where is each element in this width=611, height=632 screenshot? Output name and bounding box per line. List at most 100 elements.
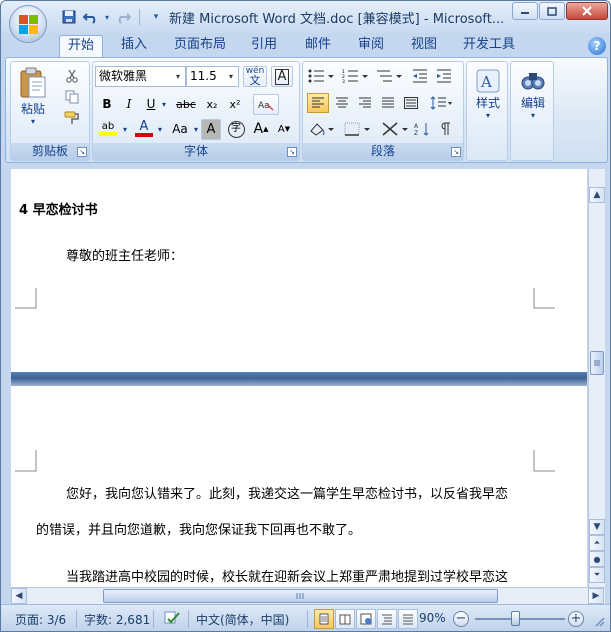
tab-mailings[interactable]: 邮件: [297, 35, 339, 57]
save-icon[interactable]: [59, 8, 79, 26]
tab-home[interactable]: 开始: [59, 35, 104, 57]
multilevel-list-button[interactable]: [373, 66, 405, 86]
document-heading[interactable]: 4 早恋检讨书: [19, 199, 98, 218]
outline-view-button[interactable]: [377, 609, 397, 629]
distributed-button[interactable]: [400, 93, 422, 113]
maximize-button[interactable]: [539, 2, 565, 20]
paste-button[interactable]: 粘贴 ▾: [15, 66, 51, 126]
scroll-left-icon[interactable]: ◀: [11, 588, 27, 604]
shading-button[interactable]: [305, 119, 337, 139]
draft-view-button[interactable]: [398, 609, 418, 629]
scroll-up-icon[interactable]: ▲: [589, 187, 605, 203]
clipboard-launcher-icon[interactable]: ↘: [77, 147, 87, 157]
page-indicator[interactable]: 页面: 3/6: [15, 611, 66, 628]
editing-group: 编辑 ▾: [510, 61, 554, 161]
zoom-slider-track[interactable]: [475, 618, 565, 620]
font-color-button[interactable]: A: [133, 119, 155, 139]
copy-icon[interactable]: [61, 87, 83, 107]
full-screen-reading-view-button[interactable]: [335, 609, 355, 629]
align-left-icon: [312, 97, 324, 108]
clear-formatting-button[interactable]: Aa: [253, 94, 279, 115]
minimize-button[interactable]: [512, 2, 538, 20]
zoom-out-icon[interactable]: −: [453, 611, 469, 627]
font-size-select[interactable]: 11.5 ▾: [186, 66, 239, 87]
shrink-font-button[interactable]: A ▼: [273, 119, 295, 139]
styles-button[interactable]: A 样式 ▾: [469, 68, 507, 120]
font-launcher-icon[interactable]: ↘: [287, 147, 297, 157]
document-salutation[interactable]: 尊敬的班主任老师：: [66, 245, 183, 264]
character-border-button[interactable]: A: [271, 66, 293, 87]
window-controls: [512, 2, 608, 20]
grow-font-button[interactable]: A ▲: [250, 119, 272, 139]
next-page-icon[interactable]: ⏷: [589, 567, 605, 583]
sort-button[interactable]: AZ: [411, 119, 433, 139]
paragraph-launcher-icon[interactable]: ↘: [451, 147, 461, 157]
character-shading-button[interactable]: A: [201, 119, 221, 140]
enclose-characters-button[interactable]: 字: [225, 119, 247, 139]
close-button[interactable]: [566, 2, 608, 20]
zoom-level[interactable]: 90%: [419, 611, 446, 625]
tab-references[interactable]: 引用: [243, 35, 285, 57]
help-icon[interactable]: ?: [588, 37, 606, 55]
office-button[interactable]: [9, 5, 47, 43]
cut-icon[interactable]: [61, 66, 83, 86]
editing-button[interactable]: 编辑 ▾: [514, 68, 552, 120]
customize-icon[interactable]: ▾: [146, 8, 166, 26]
align-right-button[interactable]: [354, 93, 376, 113]
borders-button[interactable]: [341, 119, 373, 139]
print-layout-view-button[interactable]: [314, 609, 334, 629]
status-bar: 页面: 3/6 字数: 2,681 中文(简体，中国) 90% − +: [1, 604, 610, 631]
increase-indent-button[interactable]: [433, 66, 455, 86]
web-layout-view-button[interactable]: [356, 609, 376, 629]
document-paragraph-line-3[interactable]: 当我踏进高中校园的时候，校长就在迎新会议上郑重严肃地提到过学校早恋这: [66, 566, 508, 585]
tab-view[interactable]: 视图: [403, 35, 445, 57]
italic-button[interactable]: I: [118, 94, 140, 114]
numbering-button[interactable]: 123: [339, 66, 371, 86]
subscript-button[interactable]: x₂: [201, 94, 223, 114]
change-case-button[interactable]: Aa: [168, 119, 192, 139]
bullets-button[interactable]: [305, 66, 337, 86]
align-center-button[interactable]: [331, 93, 353, 113]
line-spacing-button[interactable]: [427, 93, 457, 113]
strikethrough-button[interactable]: abc: [173, 94, 199, 114]
language-indicator[interactable]: 中文(简体，中国): [196, 611, 289, 628]
document-paragraph-line-1[interactable]: 您好，我向您认错来了。此刻，我递交这一篇学生早恋检讨书，以反省我早恋: [66, 483, 508, 502]
format-painter-icon[interactable]: [61, 108, 83, 128]
horizontal-scroll-thumb[interactable]: [103, 589, 498, 603]
zoom-in-icon[interactable]: +: [568, 611, 584, 627]
select-browse-object-icon[interactable]: ●: [589, 551, 605, 567]
increase-indent-icon: [437, 69, 451, 83]
undo-icon[interactable]: [81, 8, 101, 26]
font-name-select[interactable]: 微软雅黑 ▾: [95, 66, 186, 87]
underline-dropdown-icon[interactable]: ▾: [159, 94, 169, 114]
decrease-indent-button[interactable]: [409, 66, 431, 86]
bold-button[interactable]: B: [96, 94, 118, 114]
align-left-button[interactable]: [307, 93, 329, 113]
proofing-icon[interactable]: [163, 609, 181, 630]
vertical-scroll-thumb[interactable]: [590, 351, 604, 375]
resize-grip-icon[interactable]: [593, 615, 605, 630]
redo-icon[interactable]: [113, 8, 133, 26]
tab-page-layout[interactable]: 页面布局: [166, 35, 234, 57]
highlight-button[interactable]: ab: [96, 119, 120, 139]
chinese-layout-button[interactable]: [379, 119, 411, 139]
word-count[interactable]: 字数: 2,681: [84, 611, 150, 628]
scroll-down-icon[interactable]: ▼: [589, 519, 605, 535]
justify-button[interactable]: [377, 93, 399, 113]
tab-review[interactable]: 审阅: [350, 35, 392, 57]
tab-insert[interactable]: 插入: [113, 35, 155, 57]
tab-developer[interactable]: 开发工具: [455, 35, 523, 57]
show-hide-marks-button[interactable]: [435, 119, 457, 139]
horizontal-scrollbar[interactable]: ◀ ▶: [11, 587, 605, 604]
zoom-slider-thumb[interactable]: [510, 611, 520, 626]
highlight-dropdown-icon[interactable]: ▾: [120, 119, 130, 139]
document-paragraph-line-2[interactable]: 的错误，并且向您道歉，我向您保证我下回再也不敢了。: [36, 519, 361, 538]
superscript-button[interactable]: x²: [224, 94, 246, 114]
font-color-dropdown-icon[interactable]: ▾: [155, 119, 165, 139]
change-case-dropdown-icon[interactable]: ▾: [191, 119, 201, 139]
vertical-scrollbar[interactable]: ▲ ▼ ⏶ ● ⏷: [588, 169, 605, 587]
previous-page-icon[interactable]: ⏶: [589, 535, 605, 551]
undo-dropdown-icon[interactable]: ▾: [103, 8, 111, 26]
scroll-right-icon[interactable]: ▶: [588, 588, 604, 604]
phonetic-guide-button[interactable]: wén 文: [243, 66, 267, 87]
